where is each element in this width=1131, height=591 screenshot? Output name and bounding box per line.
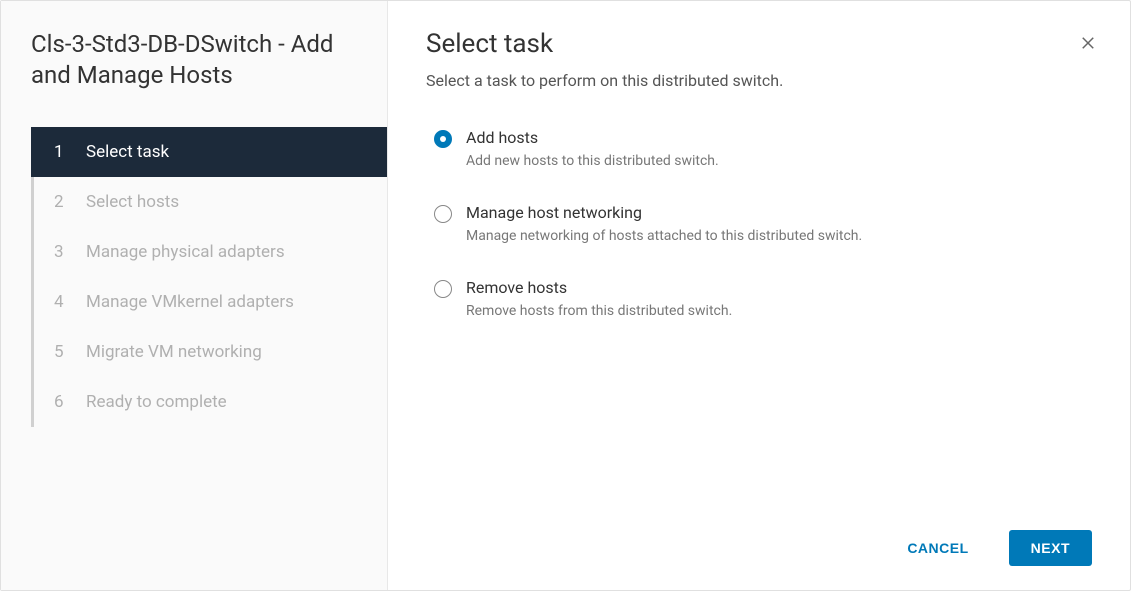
step-migrate-vm-networking: 5 Migrate VM networking (31, 327, 387, 377)
wizard-footer: CANCEL NEXT (426, 530, 1092, 566)
step-manage-vmkernel-adapters: 4 Manage VMkernel adapters (31, 277, 387, 327)
radio-icon (434, 280, 452, 298)
step-label: Migrate VM networking (86, 342, 262, 362)
option-add-hosts[interactable]: Add hosts Add new hosts to this distribu… (434, 128, 1092, 169)
page-title: Select task (426, 29, 1092, 59)
wizard-steps: 1 Select task 2 Select hosts 3 Manage ph… (31, 127, 387, 427)
option-desc: Add new hosts to this distributed switch… (466, 153, 719, 169)
page-subtitle: Select a task to perform on this distrib… (426, 71, 1092, 90)
step-select-task[interactable]: 1 Select task (31, 127, 387, 177)
option-remove-hosts[interactable]: Remove hosts Remove hosts from this dist… (434, 278, 1092, 319)
step-label: Manage VMkernel adapters (86, 292, 294, 312)
step-label: Select hosts (86, 192, 179, 212)
close-icon (1079, 34, 1097, 52)
option-label: Manage host networking (466, 203, 862, 222)
step-label: Manage physical adapters (86, 242, 285, 262)
option-label: Remove hosts (466, 278, 732, 297)
step-label: Ready to complete (86, 392, 227, 412)
close-button[interactable] (1074, 29, 1102, 57)
step-number: 4 (54, 292, 74, 312)
wizard-main: Select task Select a task to perform on … (388, 1, 1130, 590)
option-desc: Remove hosts from this distributed switc… (466, 303, 732, 319)
wizard-dialog: Cls-3-Std3-DB-DSwitch - Add and Manage H… (0, 0, 1131, 591)
step-label: Select task (86, 142, 169, 162)
step-ready-to-complete: 6 Ready to complete (31, 377, 387, 427)
step-number: 6 (54, 392, 74, 412)
step-number: 1 (54, 142, 74, 162)
option-body: Remove hosts Remove hosts from this dist… (466, 278, 732, 319)
option-body: Add hosts Add new hosts to this distribu… (466, 128, 719, 169)
wizard-title: Cls-3-Std3-DB-DSwitch - Add and Manage H… (31, 29, 387, 91)
step-number: 3 (54, 242, 74, 262)
wizard-sidebar: Cls-3-Std3-DB-DSwitch - Add and Manage H… (1, 1, 388, 590)
option-manage-host-networking[interactable]: Manage host networking Manage networking… (434, 203, 1092, 244)
radio-icon (434, 130, 452, 148)
step-number: 5 (54, 342, 74, 362)
next-button[interactable]: NEXT (1009, 530, 1092, 566)
option-body: Manage host networking Manage networking… (466, 203, 862, 244)
step-number: 2 (54, 192, 74, 212)
radio-icon (434, 205, 452, 223)
option-desc: Manage networking of hosts attached to t… (466, 228, 862, 244)
option-label: Add hosts (466, 128, 719, 147)
step-select-hosts: 2 Select hosts (31, 177, 387, 227)
task-options: Add hosts Add new hosts to this distribu… (426, 128, 1092, 319)
cancel-button[interactable]: CANCEL (885, 530, 990, 566)
step-manage-physical-adapters: 3 Manage physical adapters (31, 227, 387, 277)
